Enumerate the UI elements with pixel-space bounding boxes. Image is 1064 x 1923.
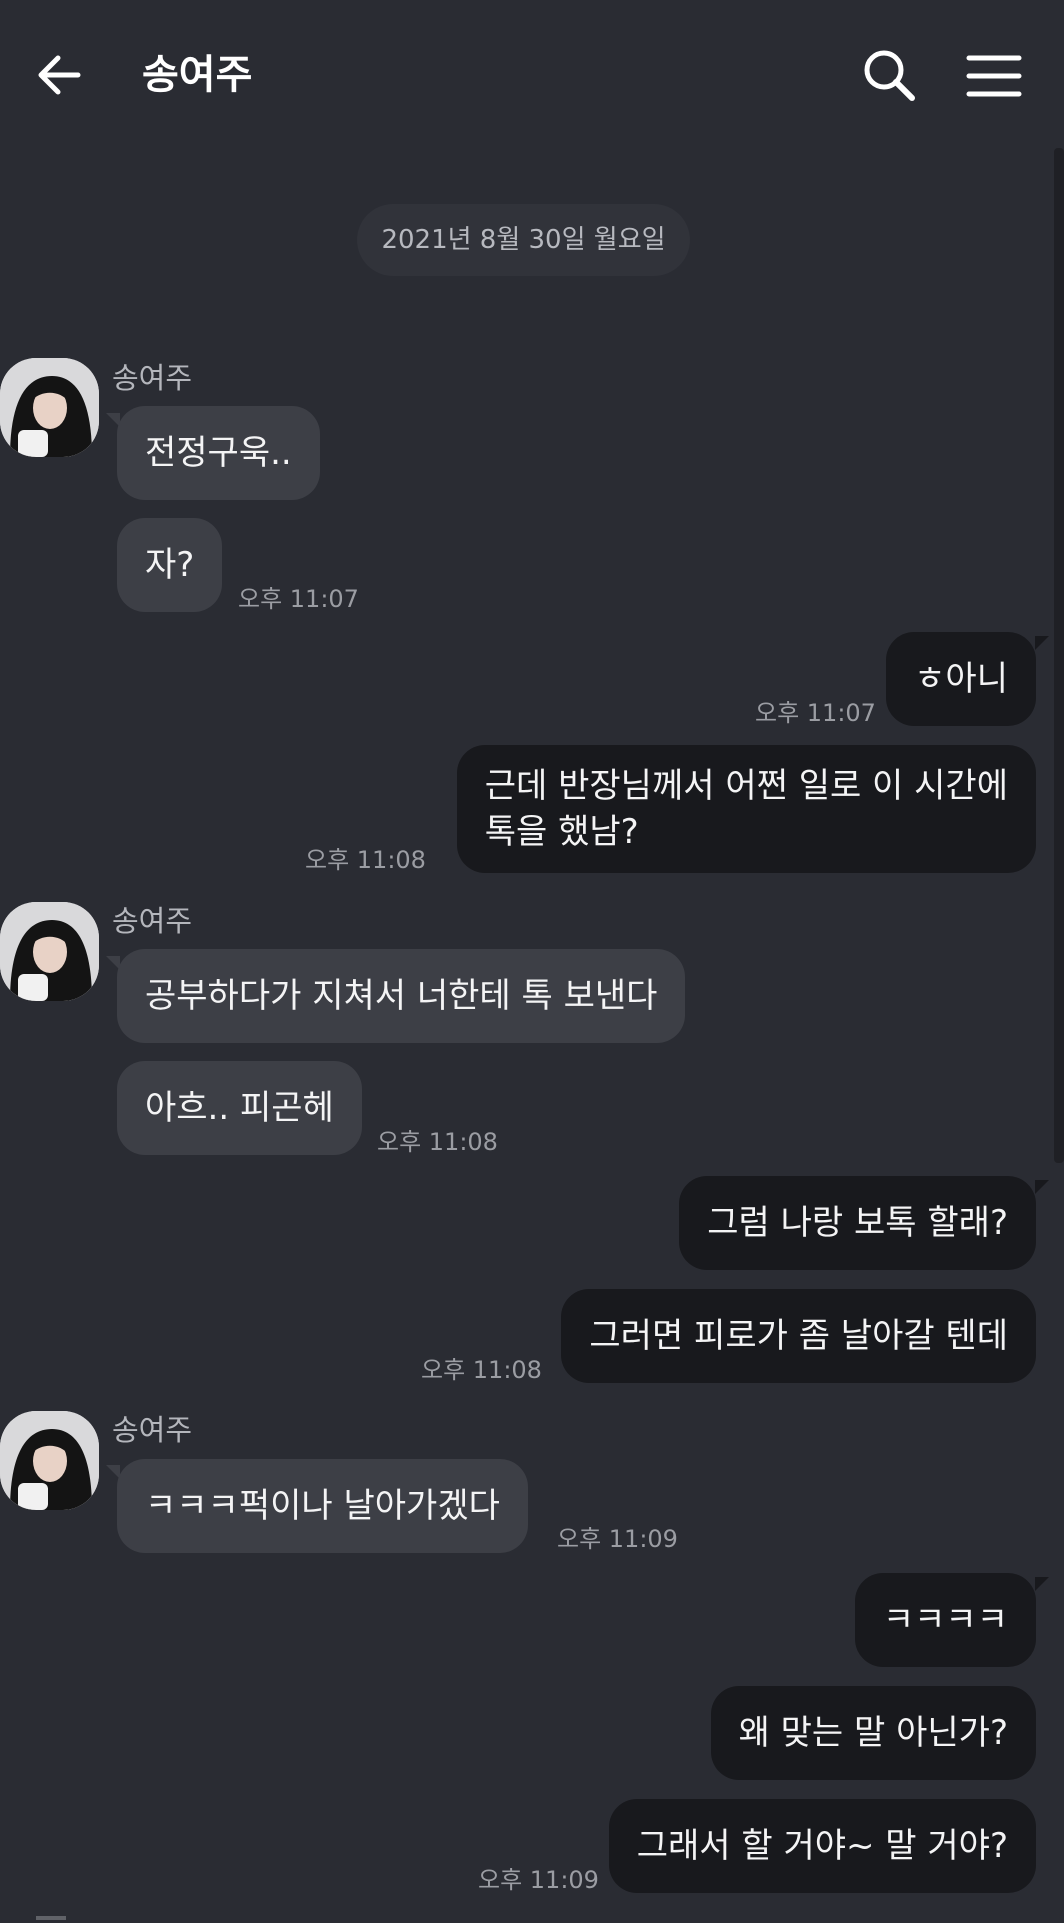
message-time: 오후 11:08 xyxy=(377,1128,498,1156)
message-bubble[interactable]: ㅋㅋㅋ퍽이나 날아가겠다 xyxy=(117,1459,528,1553)
message-bubble[interactable]: 자? xyxy=(117,518,223,612)
arrow-left-icon xyxy=(38,55,81,95)
bubble-tail xyxy=(1035,1577,1049,1591)
profile-photo-avatar xyxy=(0,902,99,1001)
message-bubble[interactable]: ㅎ아니 xyxy=(886,632,1036,726)
message-bubble[interactable]: 공부하다가 지쳐서 너한테 톡 보낸다 xyxy=(117,949,686,1043)
message-bubble[interactable]: 그러면 피로가 좀 날아갈 텐데 xyxy=(561,1289,1036,1383)
search-button[interactable] xyxy=(858,44,922,108)
message-time: 오후 11:09 xyxy=(478,1866,599,1894)
message-bubble[interactable]: 아흐.. 피곤헤 xyxy=(117,1061,362,1155)
profile-photo-avatar xyxy=(0,1411,99,1510)
message-bubble[interactable]: 왜 맞는 말 아닌가? xyxy=(710,1686,1036,1780)
date-divider: 2021년 8월 30일 월요일 xyxy=(357,204,690,276)
bubble-tail xyxy=(1035,636,1049,650)
back-button[interactable] xyxy=(30,45,90,105)
message-bubble[interactable]: ㅋㅋㅋㅋ xyxy=(854,1573,1036,1667)
message-bubble[interactable]: 전정구욱.. xyxy=(117,406,320,500)
message-bubble[interactable]: 그럼 나랑 보톡 할래? xyxy=(679,1176,1036,1270)
message-time: 오후 11:08 xyxy=(421,1356,542,1384)
avatar[interactable] xyxy=(0,358,99,457)
profile-photo-avatar xyxy=(0,358,99,457)
chat-header: 송여주 xyxy=(0,0,1064,150)
avatar[interactable] xyxy=(0,1411,99,1510)
message-line: 톡을 했남? xyxy=(484,812,639,852)
message-time: 오후 11:09 xyxy=(557,1525,678,1553)
message-line: 근데 반장님께서 어쩐 일로 이 시간에 xyxy=(484,766,1008,806)
message-time: 오후 11:07 xyxy=(755,699,876,727)
message-time: 오후 11:08 xyxy=(305,846,426,874)
message-bubble[interactable]: 근데 반장님께서 어쩐 일로 이 시간에 톡을 했남? xyxy=(456,745,1036,873)
menu-button[interactable] xyxy=(962,44,1026,108)
chat-title: 송여주 xyxy=(142,52,253,98)
input-area-edge xyxy=(36,1916,66,1920)
sender-name: 송여주 xyxy=(112,1413,193,1447)
sender-name: 송여주 xyxy=(112,904,193,938)
message-time: 오후 11:07 xyxy=(238,585,359,613)
search-icon xyxy=(864,50,915,101)
sender-name: 송여주 xyxy=(112,361,193,395)
hamburger-menu-icon xyxy=(966,55,1022,97)
scrollbar[interactable] xyxy=(1054,148,1064,1163)
message-bubble[interactable]: 그래서 할 거야~ 말 거야? xyxy=(608,1799,1036,1893)
bubble-tail xyxy=(1035,1180,1049,1194)
avatar[interactable] xyxy=(0,902,99,1001)
